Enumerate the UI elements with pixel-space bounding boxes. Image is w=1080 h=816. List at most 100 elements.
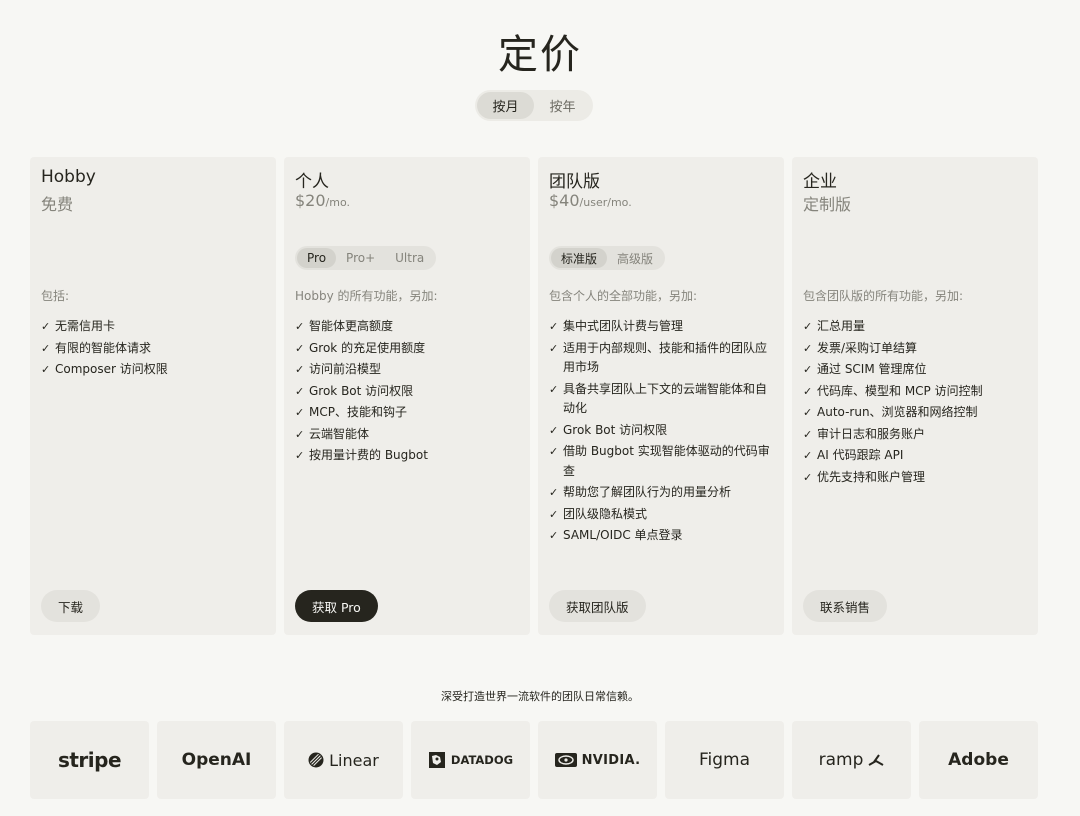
feature-item: ✓ 优先支持和账户管理	[803, 468, 1029, 488]
check-icon: ✓	[295, 427, 305, 441]
plan-price-amount: $20	[295, 191, 326, 210]
feature-item: ✓ Grok 的充足使用额度	[295, 339, 521, 359]
feature-item: ✓ AI 代码跟踪 API	[803, 446, 1029, 466]
download-button[interactable]: 下载	[41, 590, 101, 622]
feature-text: 通过 SCIM 管理席位	[817, 362, 927, 376]
feature-item: ✓ 集中式团队计费与管理	[549, 317, 775, 337]
feature-item: ✓ 访问前沿模型	[295, 360, 521, 380]
nvidia-logo: NVIDIA.	[581, 752, 641, 768]
feature-item: ✓ 按用量计费的 Bugbot	[295, 446, 521, 466]
datadog-dog-icon	[428, 752, 445, 768]
check-icon: ✓	[549, 423, 559, 437]
feature-text: 云端智能体	[309, 426, 370, 441]
feature-item: ✓ 云端智能体	[295, 425, 521, 445]
check-icon: ✓	[803, 427, 813, 441]
contact-sales-button[interactable]: 联系销售	[803, 590, 888, 622]
feature-item: ✓ 智能体更高额度	[295, 317, 521, 337]
feature-text: Grok Bot 访问权限	[563, 422, 668, 437]
feature-list: ✓ 智能体更高额度 ✓ Grok 的充足使用额度 ✓ 访问前沿模型 ✓ Grok Bot 访问…	[295, 317, 521, 468]
tier-option-advanced[interactable]: 高级版	[607, 248, 663, 268]
feature-item: ✓ 团队级隐私模式	[549, 505, 775, 525]
check-icon: ✓	[295, 384, 305, 398]
logo-tile-datadog: DATADOG	[411, 721, 530, 799]
adobe-logo: Adobe	[948, 750, 1009, 770]
feature-text: 具备共享团队上下文的云端智能体和自动化	[563, 381, 768, 416]
feature-text: 帮助您了解团队行为的用量分析	[563, 485, 732, 499]
tier-option-pro[interactable]: Pro	[297, 248, 337, 268]
check-icon: ✓	[803, 363, 813, 376]
check-icon: ✓	[549, 486, 559, 499]
check-icon: ✓	[295, 449, 305, 462]
logo-tile-linear: Linear	[284, 721, 403, 799]
stripe-logo: stripe	[57, 748, 122, 772]
feature-item: ✓ 无需信用卡	[41, 317, 267, 337]
check-icon: ✓	[549, 320, 559, 333]
plan-card-personal: 个人 $20/mo. Pro Pro+ Ultra Hobby 的所有功能，另加…	[284, 157, 530, 635]
tier-option-standard[interactable]: 标准版	[551, 248, 608, 268]
billing-yearly-option[interactable]: 按年	[534, 92, 591, 119]
feature-text: 代码库、模型和 MCP 访问控制	[817, 383, 983, 398]
tier-option-ultra[interactable]: Ultra	[385, 248, 434, 268]
plan-price: 定制版	[803, 191, 851, 215]
plan-includes-label: 包括:	[41, 289, 70, 303]
feature-item: ✓ Grok Bot 访问权限	[549, 421, 775, 441]
get-pro-button[interactable]: 获取 Pro	[295, 590, 378, 622]
feature-item: ✓ 帮助您了解团队行为的用量分析	[549, 483, 775, 503]
check-icon: ✓	[549, 529, 559, 542]
plan-includes-label: 包含团队版的所有功能，另加:	[803, 289, 964, 303]
check-icon: ✓	[549, 341, 559, 355]
check-icon: ✓	[295, 406, 305, 419]
plan-price: $40/user/mo.	[549, 191, 632, 210]
feature-text: 审计日志和服务账户	[817, 426, 926, 441]
plans-grid: Hobby 免费 包括: ✓ 无需信用卡 ✓ 有限的智能体请求 ✓ Composer 访问…	[30, 157, 1039, 635]
trust-statement: 深受打造世界一流软件的团队日常信赖。	[441, 690, 639, 703]
feature-item: ✓ 有限的智能体请求	[41, 339, 267, 359]
feature-text: 团队级隐私模式	[563, 506, 648, 521]
ramp-mark-icon	[868, 754, 884, 766]
feature-text: 集中式团队计费与管理	[563, 319, 684, 333]
check-icon: ✓	[803, 470, 813, 484]
feature-text: AI 代码跟踪 API	[817, 448, 904, 462]
check-icon: ✓	[803, 384, 813, 398]
plan-price-amount: 定制版	[803, 195, 852, 214]
get-teams-button[interactable]: 获取团队版	[549, 590, 646, 622]
feature-text: 无需信用卡	[55, 319, 116, 333]
feature-item: ✓ 汇总用量	[803, 317, 1029, 337]
linear-logo: Linear	[329, 750, 379, 770]
feature-text: 按用量计费的 Bugbot	[309, 448, 428, 462]
check-icon: ✓	[295, 320, 305, 333]
datadog-logo: DATADOG	[450, 753, 514, 767]
plan-price-amount: 免费	[41, 195, 74, 214]
feature-text: 汇总用量	[817, 319, 866, 333]
plan-name: 企业	[803, 172, 837, 192]
feature-text: SAML/OIDC 单点登录	[563, 528, 683, 542]
logo-tile-ramp: ramp	[792, 721, 911, 799]
feature-item: ✓ 通过 SCIM 管理席位	[803, 360, 1029, 380]
check-icon: ✓	[41, 320, 51, 333]
feature-text: MCP、技能和钩子	[309, 405, 407, 419]
feature-item: ✓ Grok Bot 访问权限	[295, 382, 521, 402]
check-icon: ✓	[803, 406, 813, 419]
feature-text: Composer 访问权限	[55, 362, 168, 376]
billing-monthly-option[interactable]: 按月	[477, 92, 534, 119]
feature-item: ✓ Auto-run、浏览器和网络控制	[803, 403, 1029, 423]
tier-toggle: Pro Pro+ Ultra	[295, 246, 437, 270]
feature-list: ✓ 无需信用卡 ✓ 有限的智能体请求 ✓ Composer 访问权限	[41, 317, 267, 382]
feature-item: ✓ 借助 Bugbot 实现智能体驱动的代码审查	[549, 442, 775, 481]
figma-logo: Figma	[698, 750, 751, 770]
plan-card-teams: 团队版 $40/user/mo. 标准版 高级版 包含个人的全部功能，另加: ✓…	[538, 157, 784, 635]
feature-text: Grok 的充足使用额度	[309, 340, 426, 355]
plan-price-amount: $40	[549, 191, 580, 210]
feature-text: 优先支持和账户管理	[817, 469, 926, 484]
feature-text: 适用于内部规则、技能和插件的团队应用市场	[563, 340, 768, 375]
check-icon: ✓	[803, 320, 813, 333]
ramp-logo: ramp	[818, 750, 864, 770]
tier-option-pro-plus[interactable]: Pro+	[336, 248, 385, 268]
check-icon: ✓	[549, 445, 559, 458]
feature-item: ✓ 具备共享团队上下文的云端智能体和自动化	[549, 380, 775, 419]
plan-price: 免费	[41, 191, 73, 215]
plan-includes-label: 包含个人的全部功能，另加:	[549, 289, 698, 303]
feature-text: Grok Bot 访问权限	[309, 383, 414, 398]
linear-mark-icon	[308, 752, 324, 768]
check-icon: ✓	[803, 341, 813, 355]
